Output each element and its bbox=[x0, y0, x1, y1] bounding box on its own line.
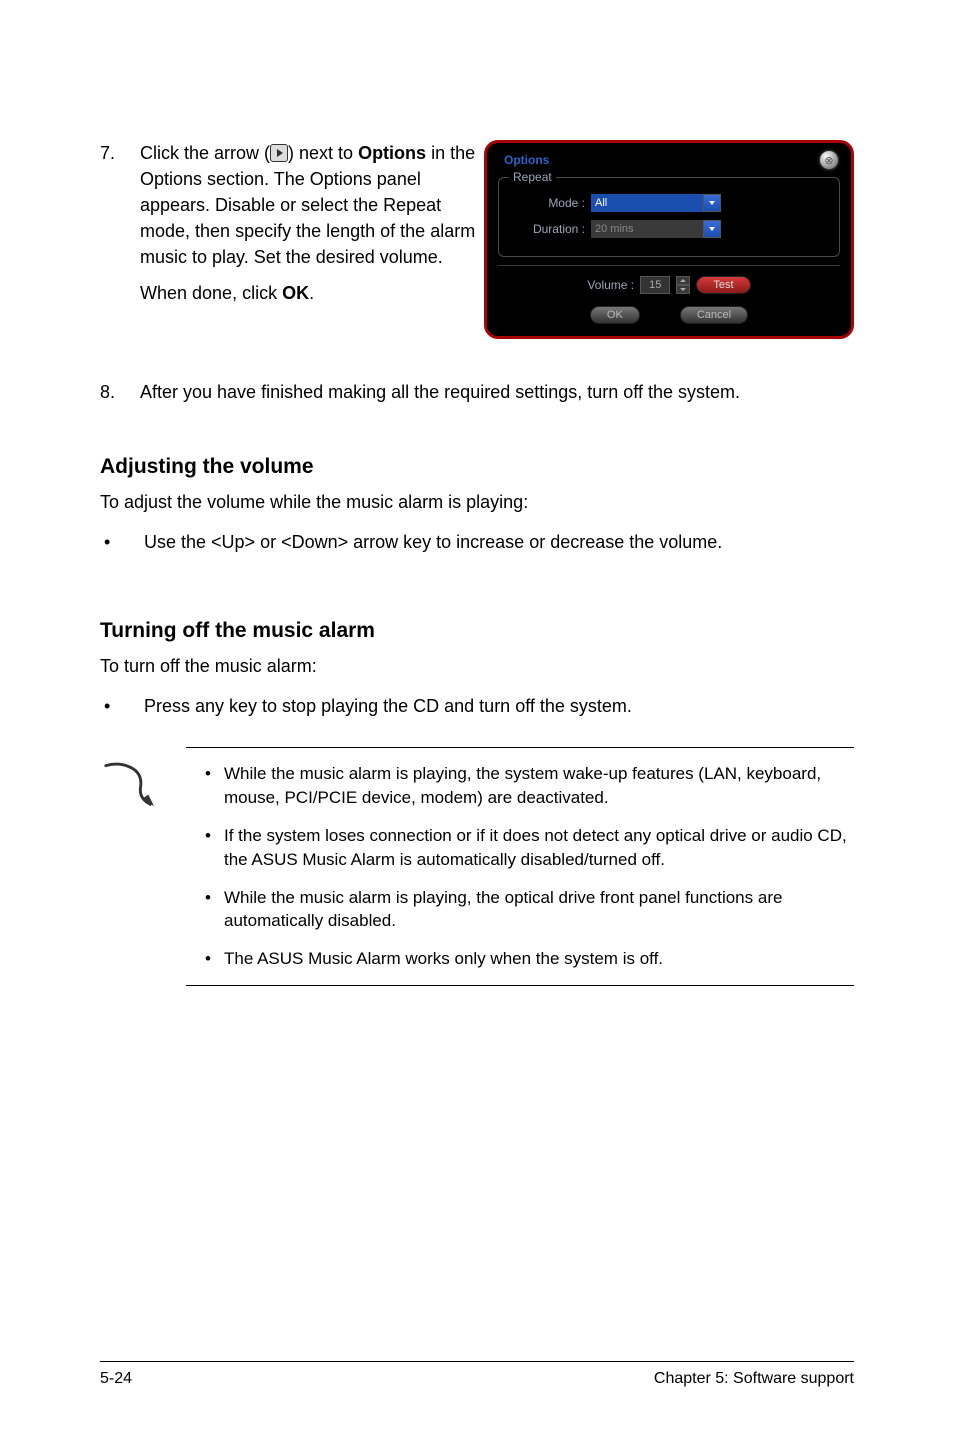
volume-row: Volume : 15 Test bbox=[498, 265, 840, 302]
duration-row: Duration : 20 mins bbox=[511, 220, 827, 238]
turnoff-list: Press any key to stop playing the CD and… bbox=[100, 693, 854, 719]
duration-value: 20 mins bbox=[591, 220, 703, 238]
turnoff-intro: To turn off the music alarm: bbox=[100, 653, 854, 679]
note-list: While the music alarm is playing, the sy… bbox=[192, 762, 848, 971]
step-8: 8. After you have finished making all th… bbox=[100, 379, 854, 405]
spinner-down-icon[interactable] bbox=[676, 285, 690, 294]
heading-turnoff: Turning off the music alarm bbox=[100, 619, 854, 643]
step7-row: 7. Click the arrow () next to Options in… bbox=[100, 140, 854, 339]
step-7: 7. Click the arrow () next to Options in… bbox=[100, 140, 476, 307]
footer: 5-24 Chapter 5: Software support bbox=[100, 1361, 854, 1388]
list-item: Press any key to stop playing the CD and… bbox=[100, 693, 854, 719]
arrow-icon bbox=[270, 144, 288, 162]
ok-bold: OK bbox=[282, 283, 309, 303]
adjusting-list: Use the <Up> or <Down> arrow key to incr… bbox=[100, 529, 854, 555]
repeat-legend: Repeat bbox=[509, 170, 556, 184]
chevron-down-icon[interactable] bbox=[703, 194, 721, 212]
panel-title: Options bbox=[504, 153, 549, 167]
text-fragment: . bbox=[309, 283, 314, 303]
mode-value: All bbox=[591, 194, 703, 212]
chevron-down-icon[interactable] bbox=[703, 220, 721, 238]
step-number: 8. bbox=[100, 379, 140, 405]
text-fragment: When done, click bbox=[140, 283, 282, 303]
mode-row: Mode : All bbox=[511, 194, 827, 212]
test-button[interactable]: Test bbox=[696, 276, 750, 294]
page-number: 5-24 bbox=[100, 1370, 132, 1388]
cancel-button[interactable]: Cancel bbox=[680, 306, 748, 324]
step-text: After you have finished making all the r… bbox=[140, 379, 854, 405]
list-item: While the music alarm is playing, the op… bbox=[192, 886, 848, 934]
options-bold: Options bbox=[358, 143, 426, 163]
bullet-text: Use the <Up> or <Down> arrow key to incr… bbox=[144, 529, 722, 555]
list-item: The ASUS Music Alarm works only when the… bbox=[192, 947, 848, 971]
options-panel: Options ⊗ Repeat Mode : All Duration : 2… bbox=[484, 140, 854, 339]
adjusting-intro: To adjust the volume while the music ala… bbox=[100, 489, 854, 515]
note-text: While the music alarm is playing, the op… bbox=[224, 886, 848, 934]
spinner-up-icon[interactable] bbox=[676, 276, 690, 285]
repeat-group: Repeat Mode : All Duration : 20 mins bbox=[498, 177, 840, 257]
volume-label: Volume : bbox=[587, 278, 634, 292]
note-content: While the music alarm is playing, the sy… bbox=[186, 747, 854, 986]
step-text: Click the arrow () next to Options in th… bbox=[140, 140, 476, 307]
text-fragment: Click the arrow ( bbox=[140, 143, 270, 163]
note-icon bbox=[100, 759, 158, 809]
volume-spinner[interactable] bbox=[676, 276, 690, 294]
list-item: If the system loses connection or if it … bbox=[192, 824, 848, 872]
mode-select[interactable]: All bbox=[591, 194, 721, 212]
ok-button[interactable]: OK bbox=[590, 306, 640, 324]
volume-value: 15 bbox=[640, 276, 670, 294]
button-row: OK Cancel bbox=[494, 302, 844, 326]
chapter-label: Chapter 5: Software support bbox=[654, 1370, 854, 1388]
bullet-text: Press any key to stop playing the CD and… bbox=[144, 693, 632, 719]
list-item: Use the <Up> or <Down> arrow key to incr… bbox=[100, 529, 854, 555]
note-text: While the music alarm is playing, the sy… bbox=[224, 762, 848, 810]
close-icon[interactable]: ⊗ bbox=[820, 151, 838, 169]
mode-label: Mode : bbox=[511, 196, 591, 210]
note-box: While the music alarm is playing, the sy… bbox=[100, 747, 854, 986]
note-text: If the system loses connection or if it … bbox=[224, 824, 848, 872]
list-item: While the music alarm is playing, the sy… bbox=[192, 762, 848, 810]
note-text: The ASUS Music Alarm works only when the… bbox=[224, 947, 663, 971]
step-number: 7. bbox=[100, 140, 140, 166]
heading-adjusting: Adjusting the volume bbox=[100, 455, 854, 479]
duration-select[interactable]: 20 mins bbox=[591, 220, 721, 238]
text-fragment: ) next to bbox=[288, 143, 358, 163]
duration-label: Duration : bbox=[511, 222, 591, 236]
